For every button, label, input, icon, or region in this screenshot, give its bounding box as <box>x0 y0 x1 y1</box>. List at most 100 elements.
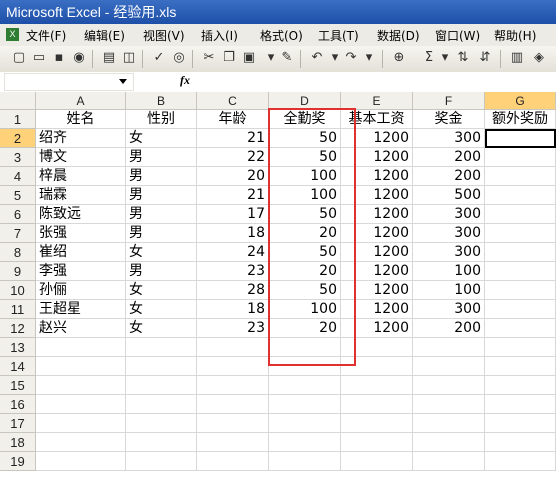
menu-format[interactable]: 格式(O) <box>260 27 303 44</box>
cell-a13[interactable] <box>36 338 126 357</box>
chart-wizard-icon[interactable]: ▥ <box>508 49 526 67</box>
hyperlink-icon[interactable]: ⊕ <box>390 49 408 67</box>
row-header-1[interactable]: 1 <box>0 110 36 129</box>
cell-g16[interactable] <box>485 395 556 414</box>
sort-descending-icon[interactable]: ⇵ <box>476 49 494 67</box>
cell-b3[interactable]: 男 <box>126 148 197 167</box>
cell-c11[interactable]: 18 <box>197 300 269 319</box>
cell-b11[interactable]: 女 <box>126 300 197 319</box>
row-header-12[interactable]: 12 <box>0 319 36 338</box>
cell-b18[interactable] <box>126 433 197 452</box>
menu-tools[interactable]: 工具(T) <box>318 27 359 44</box>
cell-d17[interactable] <box>269 414 341 433</box>
format-painter-icon[interactable]: ✎ <box>278 49 296 67</box>
cell-g13[interactable] <box>485 338 556 357</box>
redo-dropdown-icon[interactable]: ▾ <box>360 49 378 67</box>
cell-a10[interactable]: 孙俪 <box>36 281 126 300</box>
redo-icon[interactable]: ↷ <box>342 49 360 67</box>
header-cell[interactable]: 额外奖励 <box>485 110 556 129</box>
cell-d19[interactable] <box>269 452 341 471</box>
row-header-7[interactable]: 7 <box>0 224 36 243</box>
menu-window[interactable]: 窗口(W) <box>435 27 480 44</box>
cut-icon[interactable]: ✂ <box>200 49 218 67</box>
cell-c16[interactable] <box>197 395 269 414</box>
row-header-3[interactable]: 3 <box>0 148 36 167</box>
undo-icon[interactable]: ↶ <box>308 49 326 67</box>
cell-f18[interactable] <box>413 433 485 452</box>
row-header-8[interactable]: 8 <box>0 243 36 262</box>
cell-c19[interactable] <box>197 452 269 471</box>
column-header-a[interactable]: A <box>36 92 126 110</box>
name-box[interactable] <box>4 73 134 91</box>
menu-view[interactable]: 视图(V) <box>143 27 185 44</box>
cell-f9[interactable]: 100 <box>413 262 485 281</box>
cell-f7[interactable]: 300 <box>413 224 485 243</box>
cell-f5[interactable]: 500 <box>413 186 485 205</box>
row-header-15[interactable]: 15 <box>0 376 36 395</box>
cell-e18[interactable] <box>341 433 413 452</box>
cell-f17[interactable] <box>413 414 485 433</box>
row-header-18[interactable]: 18 <box>0 433 36 452</box>
cell-g3[interactable] <box>485 148 556 167</box>
paste-icon[interactable]: ▣ <box>240 49 258 67</box>
cell-a6[interactable]: 陈致远 <box>36 205 126 224</box>
cell-f10[interactable]: 100 <box>413 281 485 300</box>
cell-f8[interactable]: 300 <box>413 243 485 262</box>
new-icon[interactable]: ▢ <box>10 49 28 67</box>
cell-f12[interactable]: 200 <box>413 319 485 338</box>
row-header-10[interactable]: 10 <box>0 281 36 300</box>
row-header-16[interactable]: 16 <box>0 395 36 414</box>
cell-c4[interactable]: 20 <box>197 167 269 186</box>
cell-a5[interactable]: 瑞霖 <box>36 186 126 205</box>
header-cell[interactable]: 奖金 <box>413 110 485 129</box>
cell-g9[interactable] <box>485 262 556 281</box>
row-header-5[interactable]: 5 <box>0 186 36 205</box>
cell-c18[interactable] <box>197 433 269 452</box>
cell-c8[interactable]: 24 <box>197 243 269 262</box>
menu-insert[interactable]: 插入(I) <box>201 27 238 44</box>
cell-b6[interactable]: 男 <box>126 205 197 224</box>
cell-f4[interactable]: 200 <box>413 167 485 186</box>
open-icon[interactable]: ▭ <box>30 49 48 67</box>
menu-file[interactable]: 文件(F) <box>26 27 66 44</box>
cell-b4[interactable]: 男 <box>126 167 197 186</box>
cell-c14[interactable] <box>197 357 269 376</box>
copy-icon[interactable]: ❐ <box>220 49 238 67</box>
cell-c3[interactable]: 22 <box>197 148 269 167</box>
cell-f15[interactable] <box>413 376 485 395</box>
menu-help[interactable]: 帮助(H) <box>494 27 536 44</box>
cell-e15[interactable] <box>341 376 413 395</box>
cell-c5[interactable]: 21 <box>197 186 269 205</box>
cell-c6[interactable]: 17 <box>197 205 269 224</box>
cell-d18[interactable] <box>269 433 341 452</box>
namebox-dropdown-icon[interactable] <box>119 79 127 84</box>
cell-a3[interactable]: 博文 <box>36 148 126 167</box>
cell-a18[interactable] <box>36 433 126 452</box>
row-header-6[interactable]: 6 <box>0 205 36 224</box>
cell-a11[interactable]: 王超星 <box>36 300 126 319</box>
research-icon[interactable]: ◎ <box>170 49 188 67</box>
cell-b12[interactable]: 女 <box>126 319 197 338</box>
drawing-icon[interactable]: ◈ <box>530 49 548 67</box>
cell-a8[interactable]: 崔绍 <box>36 243 126 262</box>
row-header-2[interactable]: 2 <box>0 129 36 148</box>
menu-data[interactable]: 数据(D) <box>377 27 420 44</box>
cell-c10[interactable]: 28 <box>197 281 269 300</box>
save-icon[interactable]: ▪ <box>50 49 68 67</box>
cell-g7[interactable] <box>485 224 556 243</box>
cell-d16[interactable] <box>269 395 341 414</box>
cell-a15[interactable] <box>36 376 126 395</box>
row-header-13[interactable]: 13 <box>0 338 36 357</box>
cell-g19[interactable] <box>485 452 556 471</box>
cell-f3[interactable]: 200 <box>413 148 485 167</box>
row-header-4[interactable]: 4 <box>0 167 36 186</box>
cell-b9[interactable]: 男 <box>126 262 197 281</box>
cell-a9[interactable]: 李强 <box>36 262 126 281</box>
print-preview-icon[interactable]: ◫ <box>120 49 138 67</box>
select-all-corner[interactable] <box>0 92 36 110</box>
cell-c7[interactable]: 18 <box>197 224 269 243</box>
cell-b10[interactable]: 女 <box>126 281 197 300</box>
cell-d15[interactable] <box>269 376 341 395</box>
cell-b8[interactable]: 女 <box>126 243 197 262</box>
spelling-icon[interactable]: ✓ <box>150 49 168 67</box>
